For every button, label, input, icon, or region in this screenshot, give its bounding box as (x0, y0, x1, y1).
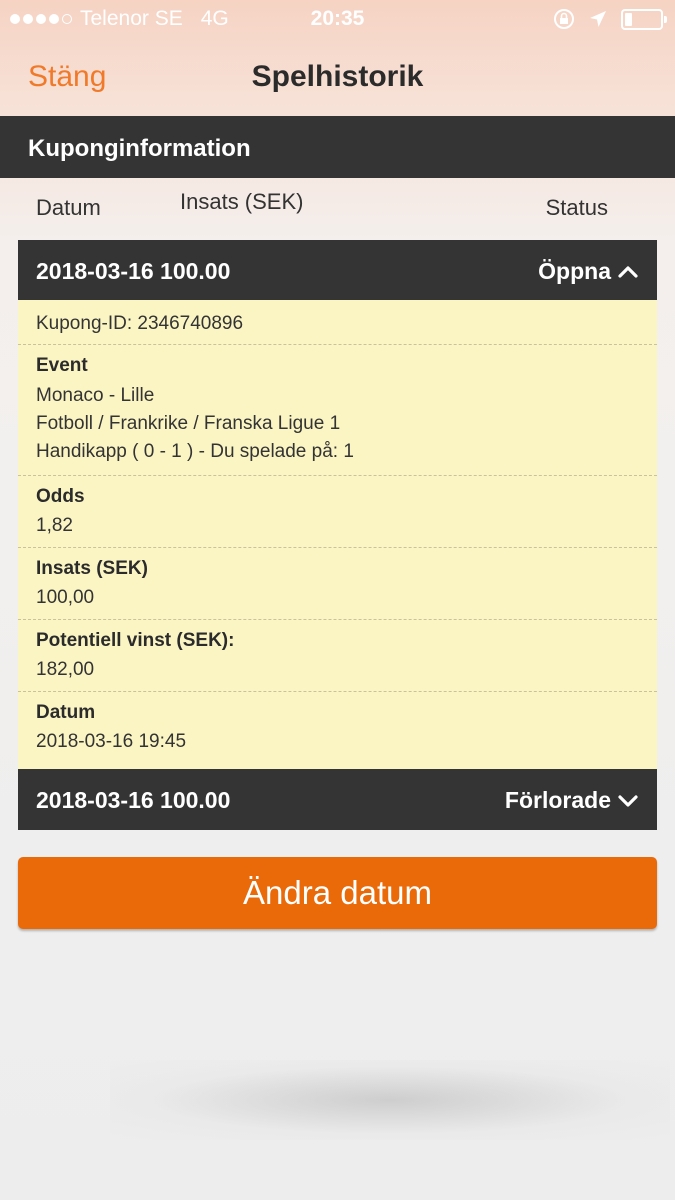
stake-row: Insats (SEK) 100,00 (18, 548, 657, 620)
page-title: Spelhistorik (251, 60, 424, 93)
background-blur (110, 1060, 670, 1140)
coupon-id: Kupong-ID: 2346740896 (36, 313, 244, 334)
change-date-button[interactable]: Ändra datum (18, 857, 657, 929)
event-row: Event Monaco - Lille Fotboll / Frankrike… (18, 345, 657, 476)
chevron-down-icon (618, 794, 638, 807)
location-arrow-icon (590, 11, 606, 27)
event-match: Monaco - Lille (36, 385, 155, 406)
event-league: Fotboll / Frankrike / Franska Ligue 1 (36, 413, 341, 434)
coupon-status: Öppna (538, 258, 639, 285)
status-bar: Telenor SE 4G 20:35 (0, 0, 675, 38)
potential-win-value: 182,00 (36, 659, 95, 680)
chevron-up-icon (618, 265, 638, 278)
potential-win-label: Potentiell vinst (SEK): (36, 630, 235, 651)
coupon-status-label: Förlorade (504, 787, 611, 813)
odds-value: 1,82 (36, 515, 73, 536)
odds-row: Odds 1,82 (18, 476, 657, 548)
column-header-stake: Insats (SEK) (180, 189, 304, 214)
stake-label: Insats (SEK) (36, 558, 148, 579)
column-header-status: Status (545, 195, 608, 220)
event-bet-type: Handikapp ( 0 - 1 ) - Du spelade på: 1 (36, 441, 354, 462)
coupon-summary: 2018-03-16 100.00 (36, 258, 231, 284)
coupon-summary: 2018-03-16 100.00 (36, 787, 231, 813)
section-header: Kuponginformation (0, 116, 675, 178)
rotation-lock-icon (554, 9, 574, 29)
odds-label: Odds (36, 486, 85, 507)
coupon-status-label: Öppna (538, 258, 611, 284)
date-value: 2018-03-16 19:45 (36, 731, 187, 752)
column-headers: Datum Insats (SEK) Status (0, 178, 675, 240)
stake-value: 100,00 (36, 587, 95, 608)
coupon-id-row: Kupong-ID: 2346740896 (18, 300, 657, 345)
battery-icon (621, 8, 667, 30)
date-row: Datum 2018-03-16 19:45 (18, 692, 657, 769)
column-header-date: Datum (36, 195, 101, 220)
battery-level (625, 12, 632, 26)
navigation-bar: Stäng Spelhistorik (0, 38, 675, 116)
date-label: Datum (36, 702, 96, 723)
event-label: Event (36, 355, 88, 376)
coupon-status: Förlorade (505, 787, 639, 814)
potential-win-row: Potentiell vinst (SEK): 182,00 (18, 620, 657, 692)
status-bar-right (553, 8, 667, 30)
coupon-details: Kupong-ID: 2346740896 Event Monaco - Lil… (18, 300, 657, 769)
coupon-row-open[interactable]: 2018-03-16 100.00 Öppna (18, 240, 657, 301)
coupon-row-lost[interactable]: 2018-03-16 100.00 Förlorade (18, 769, 657, 830)
